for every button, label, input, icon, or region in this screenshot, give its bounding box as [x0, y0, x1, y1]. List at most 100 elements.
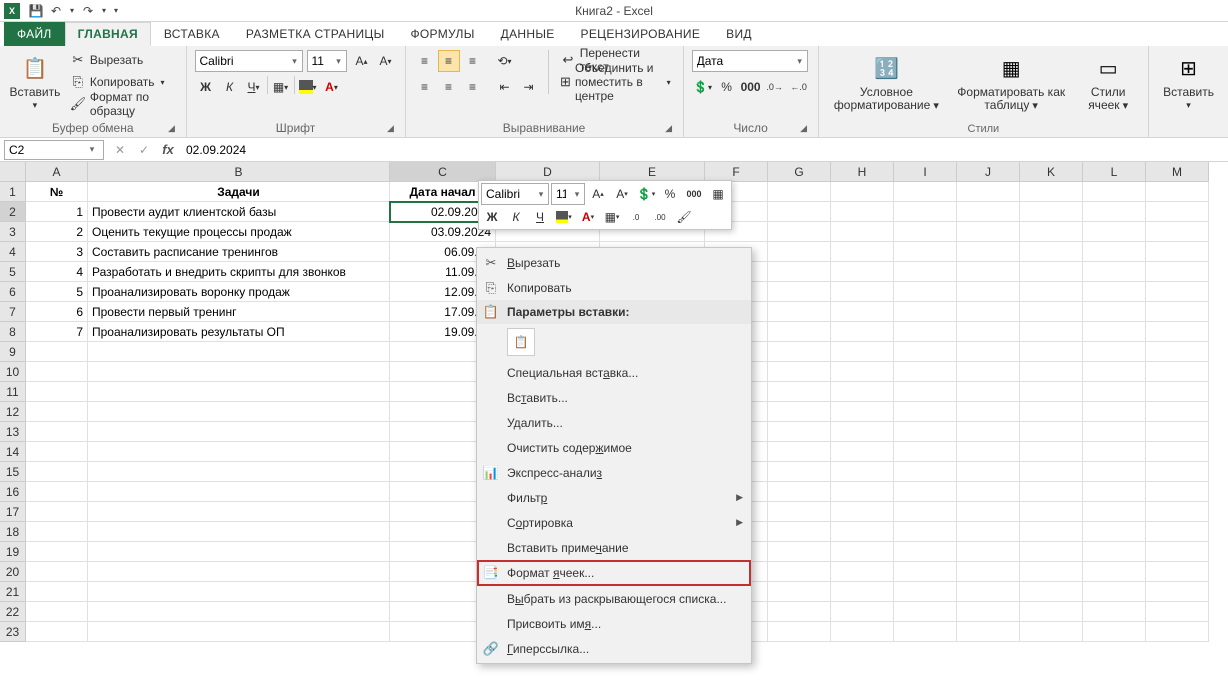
borders-button[interactable]: ▦▾ — [270, 76, 292, 98]
tab-view[interactable]: ВИД — [713, 22, 765, 46]
row-header[interactable]: 21 — [0, 582, 26, 602]
paste-button[interactable]: 📋 Вставить▾ — [8, 50, 62, 113]
select-all-corner[interactable] — [0, 162, 26, 182]
cell[interactable] — [831, 202, 894, 222]
fill-color-button[interactable]: ▾ — [297, 76, 319, 98]
cell[interactable] — [768, 322, 831, 342]
cell[interactable] — [26, 522, 88, 542]
align-middle-button[interactable]: ≡ — [438, 50, 460, 72]
cell[interactable] — [894, 282, 957, 302]
cell[interactable] — [831, 562, 894, 582]
cell[interactable] — [26, 482, 88, 502]
cell[interactable] — [1083, 182, 1146, 202]
cell[interactable] — [831, 422, 894, 442]
row-header[interactable]: 20 — [0, 562, 26, 582]
col-header-L[interactable]: L — [1083, 162, 1146, 182]
cell[interactable] — [1146, 262, 1209, 282]
cell[interactable] — [1083, 442, 1146, 462]
cell[interactable] — [1146, 282, 1209, 302]
cell[interactable] — [894, 502, 957, 522]
cell[interactable] — [88, 422, 390, 442]
cell[interactable] — [957, 342, 1020, 362]
cell[interactable] — [1020, 482, 1083, 502]
cell[interactable] — [1083, 462, 1146, 482]
cell[interactable] — [1083, 342, 1146, 362]
chevron-down-icon[interactable]: ▾ — [332, 56, 346, 67]
cell[interactable] — [768, 262, 831, 282]
cell[interactable] — [1146, 342, 1209, 362]
cell[interactable] — [894, 442, 957, 462]
cell[interactable] — [768, 502, 831, 522]
row-header[interactable]: 22 — [0, 602, 26, 622]
cell[interactable] — [831, 322, 894, 342]
cell[interactable] — [957, 242, 1020, 262]
cell[interactable] — [894, 522, 957, 542]
cell[interactable] — [768, 462, 831, 482]
chevron-down-icon[interactable]: ▾ — [793, 56, 807, 67]
cell[interactable]: 4 — [26, 262, 88, 282]
cell[interactable]: № — [26, 182, 88, 202]
cell[interactable] — [831, 382, 894, 402]
insert-cells-button[interactable]: ⊞Вставить▾ — [1157, 50, 1220, 113]
font-color-button[interactable]: А▾ — [321, 76, 343, 98]
cell[interactable] — [957, 462, 1020, 482]
cell[interactable] — [894, 242, 957, 262]
mini-font-color[interactable]: А▾ — [577, 207, 599, 227]
number-format-input[interactable] — [693, 51, 793, 71]
cell[interactable] — [957, 222, 1020, 242]
cell[interactable] — [957, 562, 1020, 582]
cell[interactable] — [768, 182, 831, 202]
cell[interactable] — [831, 542, 894, 562]
cell[interactable] — [894, 582, 957, 602]
cell[interactable]: 7 — [26, 322, 88, 342]
cell[interactable] — [88, 522, 390, 542]
ctx-delete[interactable]: Удалить... — [477, 410, 751, 435]
cell[interactable] — [894, 362, 957, 382]
conditional-formatting-button[interactable]: 🔢Условное форматирование ▾ — [827, 50, 947, 114]
cell[interactable]: 6 — [26, 302, 88, 322]
ctx-format-cells[interactable]: 📑Формат ячеек... — [477, 560, 751, 586]
mini-inc-decimal[interactable]: .0 — [625, 207, 647, 227]
cell[interactable] — [768, 542, 831, 562]
cell[interactable] — [1020, 362, 1083, 382]
cell[interactable] — [1020, 302, 1083, 322]
row-header[interactable]: 3 — [0, 222, 26, 242]
ctx-sort[interactable]: Сортировка▶ — [477, 510, 751, 535]
cell[interactable] — [831, 622, 894, 642]
cell[interactable] — [957, 542, 1020, 562]
cell[interactable] — [26, 602, 88, 622]
chevron-down-icon[interactable]: ▾ — [85, 144, 99, 155]
cell[interactable] — [894, 402, 957, 422]
cell[interactable] — [26, 502, 88, 522]
cell[interactable] — [768, 522, 831, 542]
row-header[interactable]: 19 — [0, 542, 26, 562]
align-top-button[interactable]: ≡ — [414, 50, 436, 72]
cell[interactable] — [831, 242, 894, 262]
cell[interactable] — [1146, 462, 1209, 482]
cell[interactable]: Оценить текущие процессы продаж — [88, 222, 390, 242]
ctx-copy[interactable]: ⎘Копировать — [477, 275, 751, 300]
cell[interactable] — [1020, 282, 1083, 302]
align-right-button[interactable]: ≡ — [462, 76, 484, 98]
cell[interactable] — [768, 622, 831, 642]
row-header[interactable]: 15 — [0, 462, 26, 482]
cell[interactable] — [1083, 242, 1146, 262]
cell[interactable] — [26, 462, 88, 482]
row-header[interactable]: 1 — [0, 182, 26, 202]
cell[interactable] — [894, 342, 957, 362]
cell[interactable] — [1020, 262, 1083, 282]
cell[interactable] — [1020, 422, 1083, 442]
ctx-define-name[interactable]: Присвоить имя... — [477, 611, 751, 636]
row-header[interactable]: 23 — [0, 622, 26, 642]
ctx-insert[interactable]: Вставить... — [477, 385, 751, 410]
cell[interactable] — [957, 402, 1020, 422]
cell[interactable] — [1083, 522, 1146, 542]
cell[interactable] — [1146, 242, 1209, 262]
cell[interactable] — [894, 302, 957, 322]
cell[interactable] — [1083, 222, 1146, 242]
cell[interactable] — [1020, 242, 1083, 262]
col-header-J[interactable]: J — [957, 162, 1020, 182]
mini-increase-font[interactable]: A▴ — [587, 184, 609, 204]
chevron-down-icon[interactable]: ▾ — [534, 189, 548, 200]
cell[interactable] — [26, 542, 88, 562]
